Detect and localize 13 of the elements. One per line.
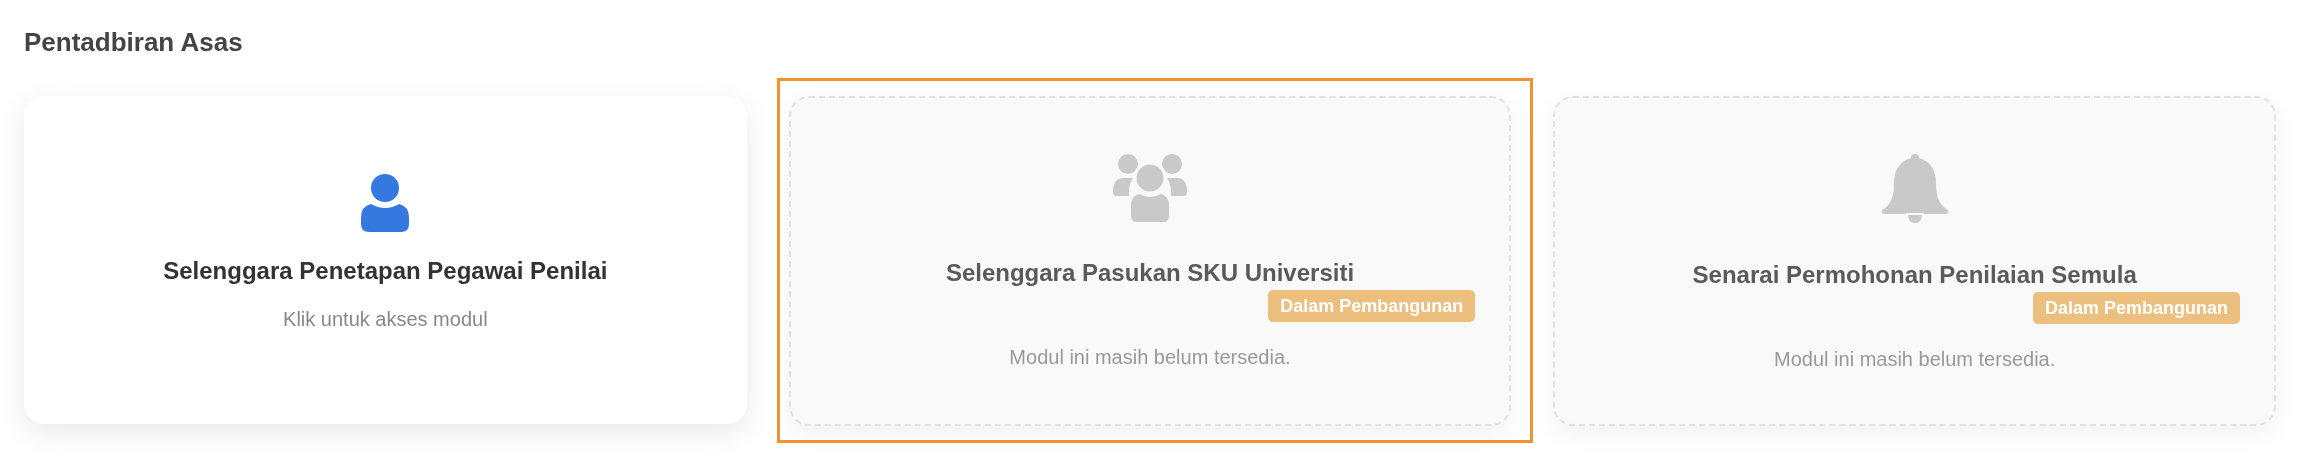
section-title: Pentadbiran Asas [23,26,244,58]
module-subtitle: Klik untuk akses modul [283,307,488,332]
module-title: Selenggara Penetapan Pegawai Penilai [163,256,608,286]
status-badge: Dalam Pembangunan [1268,290,1476,322]
group-icon [1113,154,1187,222]
person-icon [361,174,410,232]
module-card[interactable]: Selenggara Penetapan Pegawai Penilai Klik untuk akses modul [24,96,747,424]
bell-icon [1881,154,1948,224]
module-subtitle: Modul ini masih belum tersedia. [1009,345,1291,370]
module-subtitle: Modul ini masih belum tersedia. [1774,347,2056,372]
module-title: Selenggara Pasukan SKU Universiti [945,258,1355,288]
status-badge: Dalam Pembangunan [2032,292,2240,324]
module-title: Senarai Permohonan Penilaian Semula [1692,260,2137,290]
